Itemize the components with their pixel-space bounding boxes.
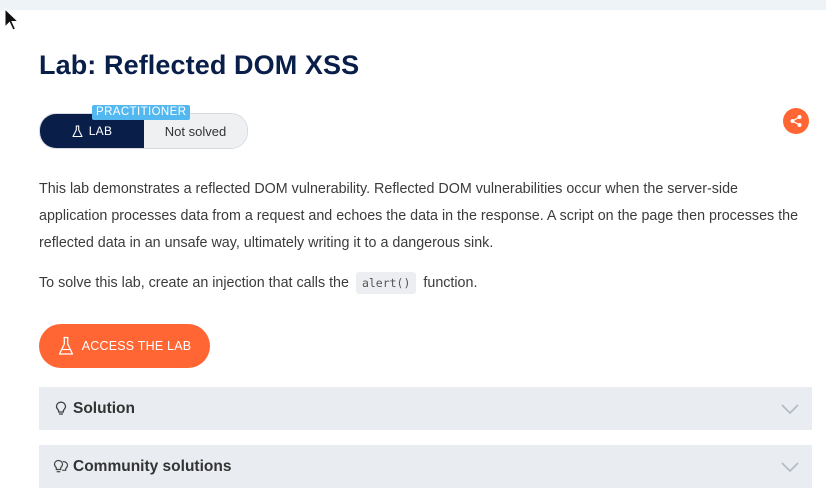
chevron-down-icon <box>781 404 799 415</box>
flask-icon <box>72 124 83 137</box>
share-icon <box>790 115 802 127</box>
page-title: Lab: Reflected DOM XSS <box>39 50 360 80</box>
community-icon <box>53 458 69 476</box>
mouse-pointer-icon <box>4 8 20 31</box>
lab-badge: PRACTITIONER LAB Not solved <box>39 105 248 149</box>
solution-label: Solution <box>73 399 135 417</box>
solve-suffix: function. <box>423 275 478 291</box>
solve-prefix: To solve this lab, create an injection t… <box>39 275 349 291</box>
community-solutions-label: Community solutions <box>73 457 232 475</box>
solution-accordion[interactable]: Solution <box>39 387 812 430</box>
lab-type-label: LAB <box>88 124 113 138</box>
flask-icon <box>58 336 73 355</box>
level-tag: PRACTITIONER <box>92 105 191 120</box>
lightbulb-icon <box>53 400 69 418</box>
lab-description: This lab demonstrates a reflected DOM vu… <box>39 181 799 251</box>
community-solutions-accordion[interactable]: Community solutions <box>39 445 812 488</box>
lab-page: Lab: Reflected DOM XSS PRACTITIONER LAB … <box>0 10 826 492</box>
share-button[interactable] <box>783 108 809 134</box>
solve-instructions: To solve this lab, create an injection t… <box>39 270 477 296</box>
access-lab-label: ACCESS THE LAB <box>81 339 192 353</box>
alert-code: alert() <box>355 272 417 295</box>
chevron-down-icon <box>781 462 799 473</box>
access-lab-button[interactable]: ACCESS THE LAB <box>39 324 210 368</box>
